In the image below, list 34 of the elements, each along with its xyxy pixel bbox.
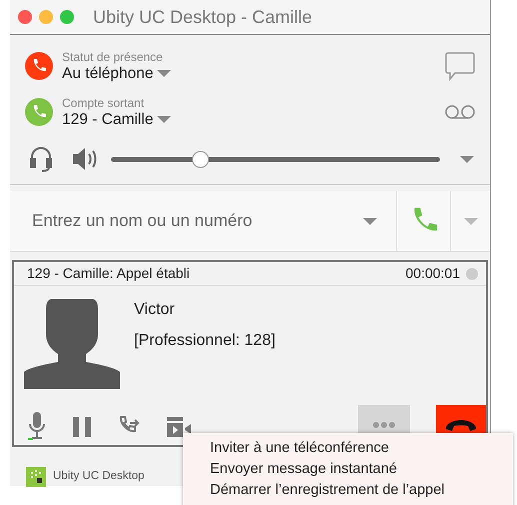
caret-icon[interactable] [363, 218, 377, 224]
voicemail-icon[interactable] [444, 105, 476, 119]
pause-icon[interactable] [72, 417, 92, 437]
hang-up-icon [444, 417, 478, 433]
activity-icon [466, 268, 478, 280]
account-dropdown[interactable]: 129 - Camille [62, 110, 444, 128]
menu-item[interactable]: Inviter à une téléconférence [183, 438, 395, 459]
outgoing-account-icon [25, 98, 53, 126]
caret-icon[interactable] [460, 156, 474, 162]
window-title: Ubity UC Desktop - Camille [93, 6, 312, 29]
zoom-button[interactable] [60, 10, 74, 24]
speaker-icon[interactable] [71, 146, 99, 172]
video-icon[interactable] [166, 416, 192, 438]
more-icon [373, 422, 395, 428]
menu-item[interactable]: Envoyer message instantané [183, 459, 403, 480]
slider-thumb[interactable] [192, 150, 209, 168]
phone-status-icon [25, 52, 53, 80]
dial-input-field[interactable]: Entrez un nom ou un numéro [10, 191, 344, 252]
contact-detail: [Professionnel: 128] [134, 331, 276, 351]
menu-item[interactable]: Démarrer l’enregistrement de l’appel [183, 480, 451, 501]
headset-icon[interactable] [29, 145, 53, 173]
call-status: 129 - Camille: Appel établi [27, 264, 191, 283]
app-logo-icon [26, 467, 46, 487]
presence-dropdown[interactable]: Au téléphone [62, 64, 444, 82]
contact-name: Victor [134, 300, 176, 320]
close-button[interactable] [18, 10, 32, 24]
microphone-icon[interactable] [28, 411, 46, 441]
account-label: Compte sortant [62, 96, 146, 110]
chat-icon[interactable] [444, 50, 476, 82]
caret-icon[interactable] [464, 218, 478, 224]
volume-slider[interactable] [111, 150, 440, 168]
call-timer: 00:00:01 [406, 264, 460, 283]
app-name: Ubity UC Desktop [53, 469, 144, 484]
presence-label: Statut de présence [62, 50, 164, 64]
